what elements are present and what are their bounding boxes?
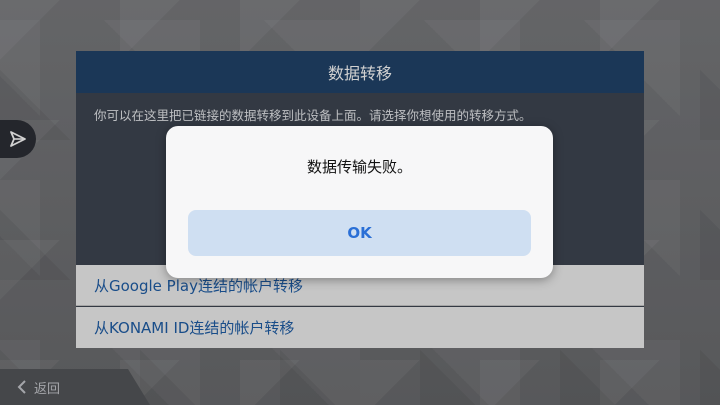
dialog-message: 数据传输失败。 [306, 158, 412, 176]
ok-button[interactable]: OK [188, 210, 531, 256]
error-dialog: 数据传输失败。 OK [166, 126, 553, 278]
